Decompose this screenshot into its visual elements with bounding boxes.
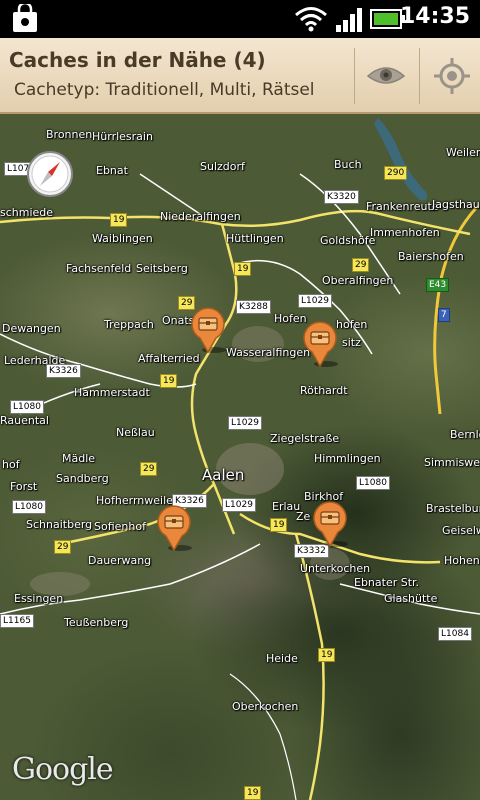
road-shield: E43 [426,278,450,292]
cache-marker-4[interactable] [310,498,350,548]
place-label: Bronnen [46,128,93,141]
road-shield: 19 [270,518,288,532]
treasure-chest-icon [191,307,226,354]
road-shield: 19 [110,213,128,227]
place-label: sitz [342,336,361,349]
place-label: Forst [10,480,38,493]
road-shield: L1080 [12,500,46,514]
place-label: Niederalfingen [160,210,241,223]
place-label: Heide [266,652,298,665]
road-shield: 19 [318,648,336,662]
place-label: Weiler [446,146,480,159]
road-shield: 19 [244,786,262,800]
place-label: Glashütte [384,592,438,605]
market-bag-icon [10,1,40,34]
road-shield: 29 [352,258,370,272]
place-label: Aalen [202,466,245,484]
road-shield: L1029 [222,498,256,512]
place-label: Unterkochen [300,562,371,575]
road-shield: K3326 [46,364,81,378]
place-label: schmiede [0,206,54,219]
place-label: Himmlingen [314,452,381,465]
place-label: Baiershofen [398,250,464,263]
wifi-icon [294,6,328,32]
cache-marker-1[interactable] [188,304,228,354]
place-label: Dewangen [2,322,61,335]
road-shield: L1165 [0,614,34,628]
place-label: Fachsenfeld [66,262,132,275]
place-label: hofen [336,318,368,331]
road-shield: K3288 [236,300,271,314]
place-label: Hürrlesrain [92,130,153,143]
visibility-button[interactable] [358,50,414,102]
header-divider [419,48,420,104]
place-label: Sulzdorf [200,160,245,173]
road-shield: L1080 [356,476,390,490]
header-divider [354,48,355,104]
place-label: Geiselwa [442,524,480,537]
place-label: Waiblingen [92,232,153,245]
place-label: Schnaitberg [26,518,93,531]
place-label: Immenhofen [370,226,440,239]
treasure-chest-icon [313,501,348,548]
status-time: 14:35 [399,4,470,29]
place-label: Teußenberg [64,616,129,629]
signal-icon [336,8,364,32]
place-label: Goldshöfe [320,234,376,247]
road-shield: 7 [438,308,450,322]
place-label: Sofienhof [94,520,146,533]
place-label: Bernlo [450,428,480,441]
map-view[interactable]: Bronnen Hürrlesrain Ebnat Sulzdorf Buch … [0,114,480,800]
place-label: Brastelburg [426,502,480,515]
compass-icon[interactable] [26,150,74,198]
cache-marker-2[interactable] [300,318,340,368]
place-label: Buch [334,158,362,171]
place-label: Oberkochen [232,700,299,713]
treasure-chest-icon [157,505,192,552]
place-label: Hohenbe [444,554,480,567]
road-shield: 19 [160,374,178,388]
crosshair-icon [434,58,470,94]
place-label: Sandberg [56,472,109,485]
place-label: Oberalfingen [322,274,394,287]
place-label: Seitsberg [136,262,188,275]
road-shield: L1029 [298,294,332,308]
place-label: Treppach [104,318,154,331]
place-label: Mädle [62,452,96,465]
place-label: Ebnater Str. [354,576,420,589]
road-shield: 29 [54,540,72,554]
cache-type-subtitle: Cachetyp: Traditionell, Multi, Rätsel [14,80,315,100]
place-label: Dauerwang [88,554,152,567]
cache-marker-3[interactable] [154,502,194,552]
place-label: Neßlau [116,426,155,439]
treasure-chest-icon [303,321,338,368]
place-label: Ze [296,510,311,523]
google-attribution: Google [12,752,114,787]
road-shield: 290 [384,166,408,180]
place-label: Frankenreute [366,200,439,213]
status-bar: 14:35 [0,0,480,38]
place-label: Ebnat [96,164,128,177]
road-shield: 19 [234,262,252,276]
place-label: Wasseralfingen [226,346,311,359]
my-location-button[interactable] [424,50,480,102]
place-label: Jagsthause [432,198,480,211]
place-label: Simmisweiler [424,456,480,469]
road-shield: 29 [140,462,158,476]
road-shield: L1084 [438,627,472,641]
road-shield: L1029 [228,416,262,430]
page-title: Caches in der Nähe (4) [9,48,266,72]
place-label: Hüttlingen [226,232,284,245]
place-label: Essingen [14,592,64,605]
place-label: Ziegelstraße [270,432,340,445]
place-label: hof [2,458,20,471]
place-label: Hammerstadt [74,386,150,399]
place-label: Rauental [0,414,49,427]
road-shield: L1080 [10,400,44,414]
eye-icon [366,67,406,84]
app-header: Caches in der Nähe (4) Cachetyp: Traditi… [0,38,480,114]
place-label: Röthardt [300,384,348,397]
road-shield: K3320 [324,190,359,204]
